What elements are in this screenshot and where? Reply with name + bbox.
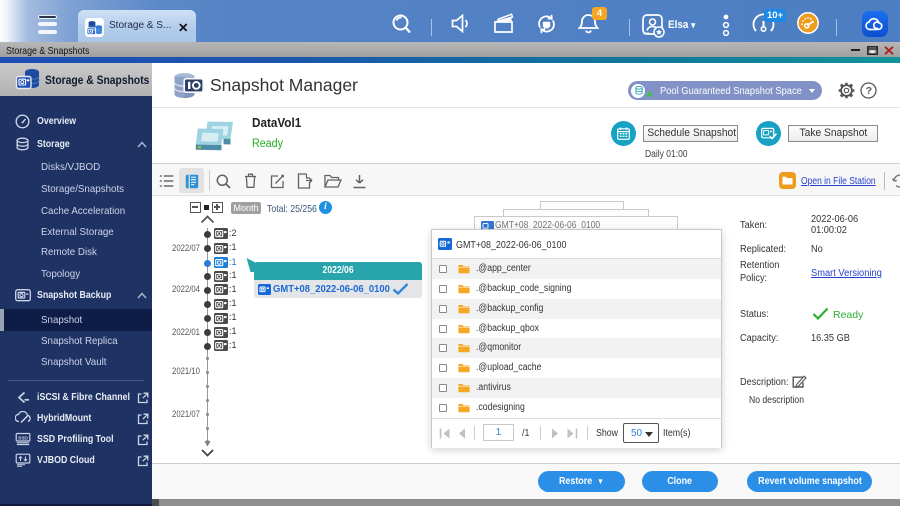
svg-text:SSD: SSD: [18, 435, 28, 441]
svg-text:?: ?: [866, 85, 872, 97]
